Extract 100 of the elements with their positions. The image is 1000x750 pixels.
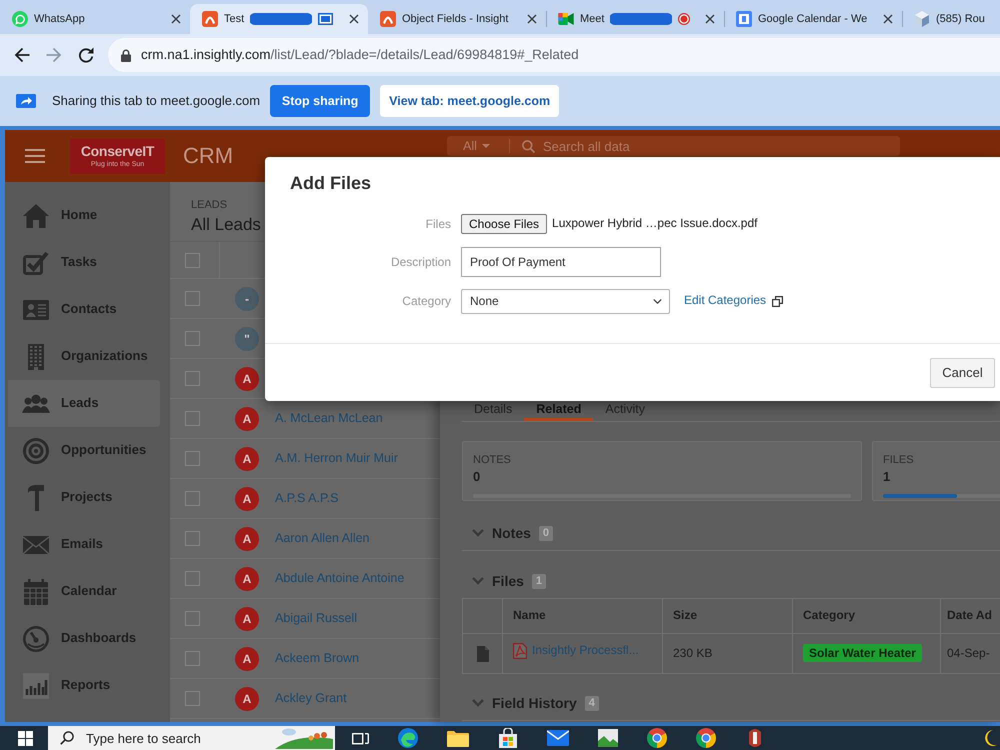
avatar: A bbox=[235, 606, 259, 630]
close-icon[interactable] bbox=[171, 14, 181, 24]
summary-label: FILES bbox=[883, 454, 914, 466]
image-icon[interactable] bbox=[598, 729, 618, 747]
envelope-icon[interactable] bbox=[547, 730, 569, 746]
column-header: Date Ad bbox=[947, 608, 992, 622]
new-window-icon bbox=[772, 296, 784, 306]
sidebar-item[interactable]: Organizations bbox=[8, 333, 160, 380]
lead-name-link[interactable]: Ackley Grant bbox=[275, 690, 347, 707]
sidebar-item[interactable]: Contacts bbox=[8, 286, 160, 333]
task-view-icon[interactable] bbox=[352, 730, 369, 746]
row-checkbox[interactable] bbox=[185, 691, 200, 706]
browser-tab[interactable]: Google Calendar - We bbox=[724, 4, 902, 34]
shopping-bag-icon[interactable] bbox=[498, 728, 518, 748]
cancel-button[interactable]: Cancel bbox=[930, 358, 995, 388]
selected-file-name: Luxpower Hybrid …pec Issue.docx.pdf bbox=[552, 216, 758, 232]
table-cell: 04-Sep- bbox=[947, 646, 990, 660]
avatar: - bbox=[235, 286, 259, 310]
people-icon bbox=[22, 394, 50, 413]
close-icon[interactable] bbox=[527, 14, 537, 24]
row-checkbox[interactable] bbox=[185, 491, 200, 506]
browser-icon[interactable] bbox=[696, 728, 716, 748]
avatar: A bbox=[235, 446, 259, 470]
lock-icon bbox=[121, 48, 131, 62]
sidebar-item[interactable]: Tasks bbox=[8, 239, 160, 286]
lead-name-link[interactable]: A.P.S A.P.S bbox=[275, 490, 338, 507]
count-badge: 4 bbox=[584, 696, 599, 710]
search-field[interactable]: Type here to search bbox=[48, 726, 335, 750]
folder-icon[interactable] bbox=[447, 729, 469, 747]
sidebar-item[interactable]: Emails bbox=[8, 521, 160, 568]
sidebar-item[interactable]: Home bbox=[8, 192, 160, 239]
sidebar-item[interactable]: Opportunities bbox=[8, 427, 160, 474]
browser-tab[interactable]: WhatsApp bbox=[0, 4, 190, 34]
lead-name-link[interactable]: A.M. Herron Muir Muir bbox=[275, 450, 398, 467]
field-label: Files bbox=[426, 216, 451, 231]
avatar: A bbox=[235, 686, 259, 710]
section-title: Files bbox=[492, 572, 524, 590]
row-checkbox[interactable] bbox=[185, 611, 200, 626]
browser-tab[interactable]: Meet bbox=[546, 4, 724, 34]
select-field[interactable]: None bbox=[461, 288, 670, 314]
stop-sharing-button[interactable]: Stop sharing bbox=[270, 85, 370, 117]
row-checkbox[interactable] bbox=[185, 291, 200, 306]
edit-categories-link[interactable]: Edit Categories bbox=[684, 293, 784, 309]
scope-dropdown[interactable]: All bbox=[463, 139, 490, 153]
document-icon bbox=[476, 646, 488, 662]
menu-icon[interactable] bbox=[25, 149, 45, 163]
bar-chart-icon bbox=[23, 672, 49, 698]
sidebar-item[interactable]: Projects bbox=[8, 474, 160, 521]
row-checkbox[interactable] bbox=[185, 411, 200, 426]
screen-share-icon bbox=[16, 94, 36, 108]
address-field[interactable]: crm.na1.insightly.com/list/Lead/?blade=/details/Lead/69984819#_Related bbox=[108, 38, 1000, 72]
video-camera-icon bbox=[558, 13, 574, 25]
app-title: CRM bbox=[183, 142, 234, 168]
envelope-icon bbox=[23, 536, 49, 554]
close-icon[interactable] bbox=[705, 14, 715, 24]
summary-count: 1 bbox=[883, 468, 890, 484]
reload-icon[interactable] bbox=[78, 47, 94, 63]
row-checkbox[interactable] bbox=[185, 651, 200, 666]
row-checkbox[interactable] bbox=[185, 531, 200, 546]
close-icon[interactable] bbox=[883, 14, 893, 24]
sidebar-item[interactable]: Reports bbox=[8, 662, 160, 709]
sharing-message: Sharing this tab to meet.google.com bbox=[52, 92, 260, 110]
gauge-icon bbox=[23, 626, 49, 652]
lead-name-link[interactable]: Abigail Russell bbox=[275, 610, 357, 627]
text-field[interactable]: Proof Of Payment bbox=[461, 247, 661, 277]
lead-name-link[interactable]: Ackeem Brown bbox=[275, 650, 360, 667]
lead-name-link[interactable]: Abdule Antoine Antoine bbox=[275, 570, 404, 587]
start-icon[interactable] bbox=[18, 730, 33, 746]
row-checkbox[interactable] bbox=[185, 451, 200, 466]
category-tag: Solar Water Heater bbox=[803, 644, 922, 662]
logo-wordmark: ConserveIT bbox=[80, 144, 154, 158]
column-header: Category bbox=[803, 608, 856, 622]
pdf-file-icon bbox=[513, 643, 527, 660]
table-cell: 230 KB bbox=[673, 646, 712, 660]
list-title: All Leads bbox=[191, 214, 261, 234]
browser-tab[interactable]: (585) Rou bbox=[902, 4, 1000, 34]
lead-name-link[interactable]: Aaron Allen Allen bbox=[275, 530, 370, 547]
sidebar-item[interactable]: Calendar bbox=[8, 568, 160, 615]
column-header: Name bbox=[513, 608, 546, 622]
moon-icon bbox=[985, 730, 997, 746]
view-tab-button[interactable]: View tab: meet.google.com bbox=[380, 85, 560, 117]
row-checkbox[interactable] bbox=[185, 571, 200, 586]
back-icon[interactable] bbox=[14, 47, 30, 63]
sidebar-item[interactable]: Dashboards bbox=[8, 615, 160, 662]
browser-tab[interactable]: Test bbox=[190, 4, 368, 34]
avatar: " bbox=[235, 326, 259, 350]
select-all-checkbox[interactable] bbox=[185, 252, 200, 268]
row-checkbox[interactable] bbox=[185, 371, 200, 386]
browser-icon[interactable] bbox=[647, 728, 667, 748]
caret-icon bbox=[482, 144, 490, 148]
target-icon bbox=[23, 438, 49, 464]
choose-file-button[interactable]: Choose Files bbox=[461, 214, 548, 234]
sidebar-item[interactable]: Leads bbox=[8, 380, 160, 427]
column-header: Size bbox=[673, 608, 698, 622]
close-icon[interactable] bbox=[349, 14, 359, 24]
lead-name-link[interactable]: A. McLean McLean bbox=[275, 410, 383, 427]
swirl-icon[interactable] bbox=[398, 728, 418, 748]
browser-tab[interactable]: Object Fields - Insight bbox=[368, 4, 546, 34]
list-caption: LEADS bbox=[191, 199, 228, 211]
row-checkbox[interactable] bbox=[185, 331, 200, 346]
